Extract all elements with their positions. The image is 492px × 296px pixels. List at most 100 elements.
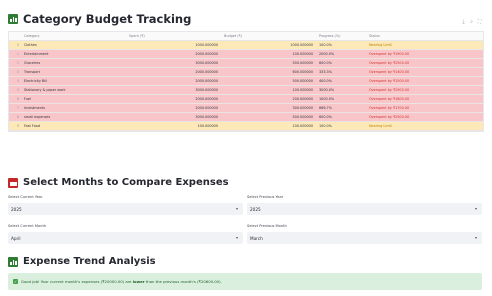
- previous-year-select[interactable]: 2025 ▾: [247, 203, 482, 215]
- spent-cell[interactable]: 100.000000: [126, 122, 221, 130]
- bar-chart-icon: [8, 256, 18, 267]
- status-cell[interactable]: Overspent by ₹1400.00: [366, 68, 483, 76]
- row-index[interactable]: 1: [9, 50, 21, 58]
- spent-cell[interactable]: 3000.000000: [126, 59, 221, 67]
- table-row[interactable]: 7 Investments 2000.000000 300.000000 666.7% O…: [9, 104, 483, 113]
- table-row[interactable]: 2 Groceries 3000.000000 500.000000 600.0% Ove…: [9, 59, 483, 68]
- budget-cell[interactable]: 500.000000: [221, 59, 316, 67]
- category-cell[interactable]: Investments: [21, 104, 126, 112]
- budget-cell[interactable]: 100.000000: [221, 50, 316, 58]
- chevron-down-icon: ▾: [235, 206, 238, 211]
- table-row[interactable]: 4 Electricity Bill 2000.000000 500.000000 40…: [9, 77, 483, 86]
- row-index[interactable]: 5: [9, 86, 21, 94]
- spent-cell[interactable]: 1000.000000: [126, 41, 221, 49]
- download-icon[interactable]: ⤓: [461, 19, 466, 25]
- table-row[interactable]: 9 Fast Food 100.000000 100.000000 100.0% Near…: [9, 122, 483, 131]
- success-alert: ✓ Good job! Your current month's expense…: [8, 273, 482, 290]
- search-icon[interactable]: ⌕: [469, 19, 474, 25]
- category-cell[interactable]: Fast Food: [21, 122, 126, 130]
- previous-year-label: Select Previous Year: [247, 195, 284, 199]
- row-index[interactable]: 8: [9, 113, 21, 121]
- chevron-down-icon: ▾: [474, 235, 477, 240]
- row-index[interactable]: 7: [9, 104, 21, 112]
- progress-cell[interactable]: 600.0%: [316, 113, 366, 121]
- status-cell[interactable]: Overspent by ₹2900.00: [366, 86, 483, 94]
- status-cell[interactable]: Overspent by ₹2500.00: [366, 113, 483, 121]
- previous-month-select[interactable]: March ▾: [247, 232, 482, 244]
- budget-cell[interactable]: 300.000000: [221, 104, 316, 112]
- previous-month-value: March: [250, 235, 263, 241]
- status-cell[interactable]: Overspent by ₹2500.00: [366, 59, 483, 67]
- table-row[interactable]: 3 Transport 2000.000000 600.000000 333.3% Ove…: [9, 68, 483, 77]
- trend-title: Expense Trend Analysis: [23, 256, 156, 267]
- status-cell[interactable]: Overspent by ₹1800.00: [366, 95, 483, 103]
- budget-title: Category Budget Tracking: [23, 12, 192, 26]
- progress-cell[interactable]: 400.0%: [316, 77, 366, 85]
- progress-cell[interactable]: 333.3%: [316, 68, 366, 76]
- spent-cell[interactable]: 2000.000000: [126, 68, 221, 76]
- column-header[interactable]: Progress (%): [316, 32, 366, 40]
- table-row[interactable]: 8 small expenses 3000.000000 500.000000 600.…: [9, 113, 483, 122]
- row-index[interactable]: 6: [9, 95, 21, 103]
- budget-cell[interactable]: 100.000000: [221, 122, 316, 130]
- status-cell[interactable]: Overspent by ₹1900.00: [366, 50, 483, 58]
- budget-cell[interactable]: 1000.000000: [221, 41, 316, 49]
- spent-cell[interactable]: 3000.000000: [126, 86, 221, 94]
- budget-cell[interactable]: 600.000000: [221, 68, 316, 76]
- budget-cell[interactable]: 100.000000: [221, 86, 316, 94]
- category-cell[interactable]: Fuel: [21, 95, 126, 103]
- column-header[interactable]: Status: [366, 32, 483, 40]
- column-header[interactable]: Budget (₹): [221, 32, 316, 40]
- column-header[interactable]: Spent (₹): [126, 32, 221, 40]
- progress-cell[interactable]: 100.0%: [316, 41, 366, 49]
- spent-cell[interactable]: 2000.000000: [126, 50, 221, 58]
- category-cell[interactable]: Transport: [21, 68, 126, 76]
- status-cell[interactable]: Overspent by ₹1700.00: [366, 104, 483, 112]
- current-year-select[interactable]: 2025 ▾: [8, 203, 243, 215]
- table-row[interactable]: 0 Clothes 1000.000000 1000.000000 100.0% Near…: [9, 41, 483, 50]
- progress-cell[interactable]: 100.0%: [316, 122, 366, 130]
- category-cell[interactable]: Stationary & paper work: [21, 86, 126, 94]
- budget-cell[interactable]: 500.000000: [221, 77, 316, 85]
- category-cell[interactable]: small expenses: [21, 113, 126, 121]
- row-index[interactable]: 0: [9, 41, 21, 49]
- spent-cell[interactable]: 2000.000000: [126, 95, 221, 103]
- category-cell[interactable]: Electricity Bill: [21, 77, 126, 85]
- category-cell[interactable]: Groceries: [21, 59, 126, 67]
- table-header-row: Category Spent (₹) Budget (₹) Progress (…: [9, 32, 483, 41]
- budget-cell[interactable]: 200.000000: [221, 95, 316, 103]
- row-index[interactable]: 9: [9, 122, 21, 130]
- table-row[interactable]: 5 Stationary & paper work 3000.000000 100.0…: [9, 86, 483, 95]
- status-cell[interactable]: Nearing Limit: [366, 41, 483, 49]
- budget-cell[interactable]: 500.000000: [221, 113, 316, 121]
- progress-cell[interactable]: 1000.0%: [316, 95, 366, 103]
- status-cell[interactable]: Overspent by ₹1500.00: [366, 77, 483, 85]
- check-icon: ✓: [13, 279, 18, 284]
- progress-cell[interactable]: 600.0%: [316, 59, 366, 67]
- current-month-value: April: [11, 235, 21, 241]
- spent-cell[interactable]: 2000.000000: [126, 104, 221, 112]
- current-year-label: Select Current Year: [8, 195, 43, 199]
- progress-cell[interactable]: 2000.0%: [316, 50, 366, 58]
- budget-table[interactable]: Category Spent (₹) Budget (₹) Progress (…: [8, 31, 484, 132]
- chevron-down-icon: ▾: [235, 235, 238, 240]
- category-cell[interactable]: Clothes: [21, 41, 126, 49]
- compare-header: Select Months to Compare Expenses: [8, 177, 229, 188]
- row-index[interactable]: 4: [9, 77, 21, 85]
- progress-cell[interactable]: 3000.0%: [316, 86, 366, 94]
- row-index[interactable]: 3: [9, 68, 21, 76]
- column-header: [9, 32, 21, 40]
- category-cell[interactable]: Entertainment: [21, 50, 126, 58]
- fullscreen-icon[interactable]: ⛶: [477, 19, 482, 25]
- current-month-select[interactable]: April ▾: [8, 232, 243, 244]
- spent-cell[interactable]: 3000.000000: [126, 113, 221, 121]
- budget-header: Category Budget Tracking: [8, 12, 191, 26]
- table-row[interactable]: 1 Entertainment 2000.000000 100.000000 2000.…: [9, 50, 483, 59]
- progress-cell[interactable]: 666.7%: [316, 104, 366, 112]
- table-row[interactable]: 6 Fuel 2000.000000 200.000000 1000.0% Overspe…: [9, 95, 483, 104]
- row-index[interactable]: 2: [9, 59, 21, 67]
- status-cell[interactable]: Nearing Limit: [366, 122, 483, 130]
- spent-cell[interactable]: 2000.000000: [126, 77, 221, 85]
- column-header[interactable]: Category: [21, 32, 126, 40]
- calendar-icon: [8, 177, 18, 188]
